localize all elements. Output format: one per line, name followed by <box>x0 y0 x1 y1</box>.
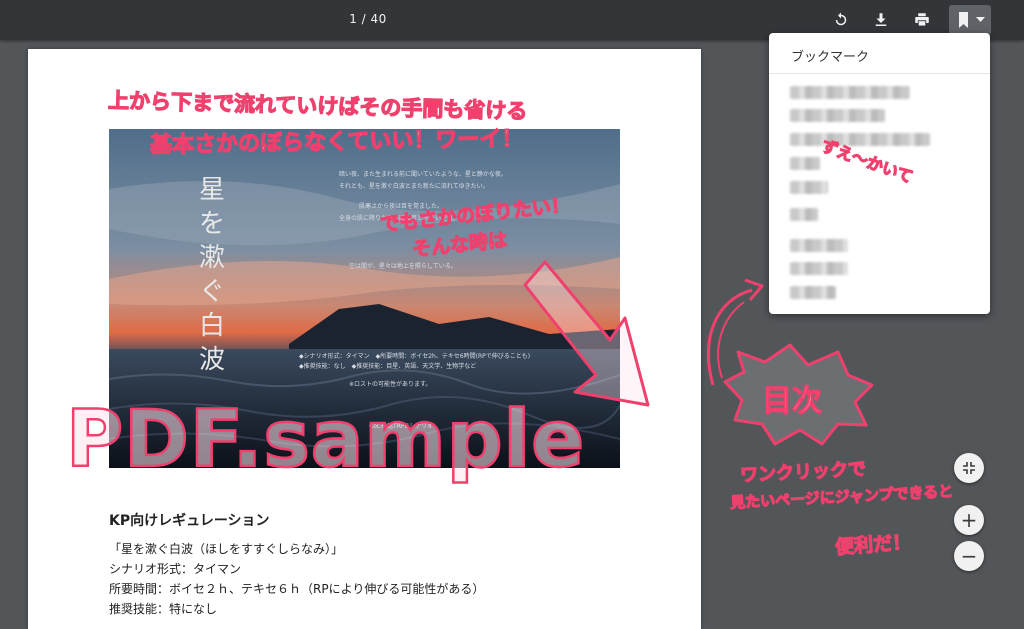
watermark-text: PDF.sample <box>65 394 586 487</box>
annotation-text: 基本さかのぼらなくていい！ワーイ！ <box>149 126 524 159</box>
annotation-text: 便利だ！ <box>834 531 913 559</box>
annotation-toc-label: 目次 <box>761 383 822 419</box>
